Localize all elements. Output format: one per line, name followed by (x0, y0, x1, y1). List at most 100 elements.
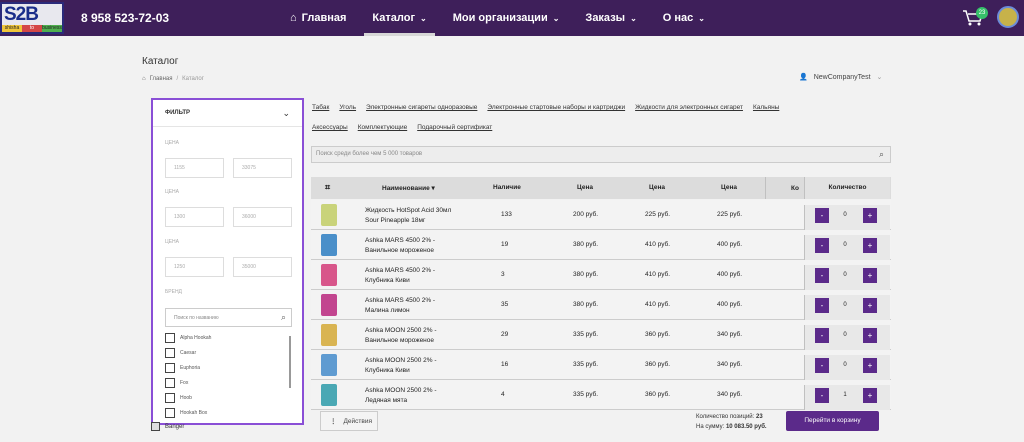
product-image[interactable] (321, 384, 337, 406)
user-avatar[interactable] (997, 6, 1019, 28)
price-min-2[interactable]: 1300 (165, 207, 224, 227)
increment-button[interactable]: + (863, 298, 877, 313)
product-name[interactable]: Жидкость HotSpot Acid 30мл Sour Pineappl… (365, 206, 455, 226)
phone-number[interactable]: 8 958 523-72-03 (81, 11, 169, 25)
price-max-2[interactable]: 36000 (233, 207, 292, 227)
col-price-2[interactable]: Цена (649, 184, 665, 191)
decrement-button[interactable]: - (815, 268, 829, 283)
nav-organizations[interactable]: Мои организации ⌄ (453, 0, 560, 36)
quantity-stepper: - 0 + (804, 355, 890, 380)
product-name[interactable]: Ashka MOON 2500 2% - Ванильное мороженое (365, 326, 455, 346)
brand-checkbox[interactable]: Caesar (165, 348, 196, 358)
category-link[interactable]: Электронные сигареты одноразовые (366, 104, 477, 111)
stock-value: 19 (501, 241, 509, 248)
category-link[interactable]: Табак (312, 104, 329, 111)
increment-button[interactable]: + (863, 388, 877, 403)
nav-home[interactable]: ⌂ Главная (290, 0, 346, 36)
nav-about[interactable]: О нас ⌄ (663, 0, 705, 36)
decrement-button[interactable]: - (815, 328, 829, 343)
table-row[interactable]: Ashka MARS 4500 2% - Малина лимон 35 380… (311, 290, 891, 320)
product-image[interactable] (321, 324, 337, 346)
category-link[interactable]: Кальяны (753, 104, 779, 111)
increment-button[interactable]: + (863, 208, 877, 223)
user-menu[interactable]: 👤 NewCompanyTest ⌄ (799, 73, 882, 82)
quantity-value[interactable]: 0 (839, 212, 851, 218)
go-to-cart-button[interactable]: Перейти в корзину (786, 411, 879, 431)
decrement-button[interactable]: - (815, 208, 829, 223)
table-row[interactable]: Ashka MOON 2500 2% - Ледяная мята 4 335 … (311, 380, 891, 410)
decrement-button[interactable]: - (815, 388, 829, 403)
checkbox[interactable] (151, 422, 160, 431)
col-price-3[interactable]: Цена (721, 184, 737, 191)
category-link[interactable]: Жидкости для электронных сигарет (635, 104, 743, 111)
price-min-1[interactable]: 1155 (165, 158, 224, 178)
more-vertical-icon: ⋮ (330, 418, 337, 425)
brand-checkbox[interactable]: Fox (165, 378, 188, 388)
filter-header[interactable]: ФИЛЬТР ⌄ (153, 100, 302, 127)
increment-button[interactable]: + (863, 328, 877, 343)
category-link[interactable]: Уголь (339, 104, 356, 111)
product-name[interactable]: Ashka MARS 4500 2% - Клубника Киви (365, 266, 455, 286)
product-name[interactable]: Ashka MARS 4500 2% - Ванильное мороженое (365, 236, 455, 256)
category-link[interactable]: Аксессуары (312, 124, 348, 131)
brand-checkbox[interactable]: Alpha Hookah (165, 333, 211, 343)
product-name[interactable]: Ashka MARS 4500 2% - Малина лимон (365, 296, 455, 316)
product-name[interactable]: Ashka MOON 2500 2% - Ледяная мята (365, 386, 455, 406)
breadcrumb-home[interactable]: Главная (150, 76, 173, 82)
brand-checkbox[interactable]: Hookah Box (165, 408, 207, 418)
quantity-value[interactable]: 0 (839, 242, 851, 248)
checkbox[interactable] (165, 378, 175, 388)
quantity-value[interactable]: 0 (839, 362, 851, 368)
brand-list-scrollbar[interactable] (289, 336, 291, 388)
brand-checkbox-hidden[interactable]: Banger (151, 422, 184, 431)
product-image[interactable] (321, 204, 337, 226)
expand-icon[interactable]: ⌗ (325, 182, 330, 193)
checkbox[interactable] (165, 408, 175, 418)
product-image[interactable] (321, 294, 337, 316)
catalog-search-placeholder: Поиск среди более чем 5 000 товаров (316, 151, 423, 157)
col-name[interactable]: Наименование ▾ (382, 184, 435, 192)
table-row[interactable]: Ashka MARS 4500 2% - Клубника Киви 3 380… (311, 260, 891, 290)
checkbox[interactable] (165, 393, 175, 403)
decrement-button[interactable]: - (815, 238, 829, 253)
search-icon[interactable]: ⌕ (879, 149, 884, 160)
table-row[interactable]: Жидкость HotSpot Acid 30мл Sour Pineappl… (311, 200, 891, 230)
price-max-1[interactable]: 33075 (233, 158, 292, 178)
table-row[interactable]: Ashka MARS 4500 2% - Ванильное мороженое… (311, 230, 891, 260)
category-link[interactable]: Подарочный сертификат (417, 124, 492, 131)
checkbox[interactable] (165, 333, 175, 343)
product-image[interactable] (321, 234, 337, 256)
quantity-stepper: - 0 + (804, 205, 890, 230)
quantity-value[interactable]: 0 (839, 332, 851, 338)
quantity-value[interactable]: 0 (839, 272, 851, 278)
catalog-search-input[interactable]: Поиск среди более чем 5 000 товаров ⌕ (311, 146, 891, 163)
col-price-1[interactable]: Цена (577, 184, 593, 191)
product-name[interactable]: Ashka MOON 2500 2% - Клубника Киви (365, 356, 455, 376)
price-max-3[interactable]: 35000 (233, 257, 292, 277)
brand-search-input[interactable]: Поиск по названию ⌕ (165, 308, 292, 327)
quantity-value[interactable]: 0 (839, 302, 851, 308)
brand-checkbox[interactable]: Euphoria (165, 363, 200, 373)
table-row[interactable]: Ashka MOON 2500 2% - Клубника Киви 16 33… (311, 350, 891, 380)
col-stock[interactable]: Наличие (493, 184, 521, 191)
increment-button[interactable]: + (863, 358, 877, 373)
logo[interactable]: S2B shisha to business (0, 2, 64, 34)
actions-button[interactable]: ⋮ Действия (320, 411, 378, 431)
category-link[interactable]: Электронные стартовые наборы и картриджи (487, 104, 625, 111)
product-image[interactable] (321, 264, 337, 286)
table-row[interactable]: Ashka MOON 2500 2% - Ванильное мороженое… (311, 320, 891, 350)
price-min-3[interactable]: 1250 (165, 257, 224, 277)
brand-checkbox[interactable]: Hoob (165, 393, 192, 403)
filter-panel: ФИЛЬТР ⌄ ЦЕНА 1155 33075 ЦЕНА 1300 36000… (151, 98, 304, 425)
checkbox[interactable] (165, 348, 175, 358)
checkbox[interactable] (165, 363, 175, 373)
category-link[interactable]: Комплектующие (358, 124, 407, 131)
nav-orders[interactable]: Заказы ⌄ (585, 0, 636, 36)
increment-button[interactable]: + (863, 268, 877, 283)
quantity-value[interactable]: 1 (839, 392, 851, 398)
increment-button[interactable]: + (863, 238, 877, 253)
decrement-button[interactable]: - (815, 358, 829, 373)
decrement-button[interactable]: - (815, 298, 829, 313)
nav-catalog[interactable]: Каталог ⌄ (364, 0, 436, 36)
product-image[interactable] (321, 354, 337, 376)
